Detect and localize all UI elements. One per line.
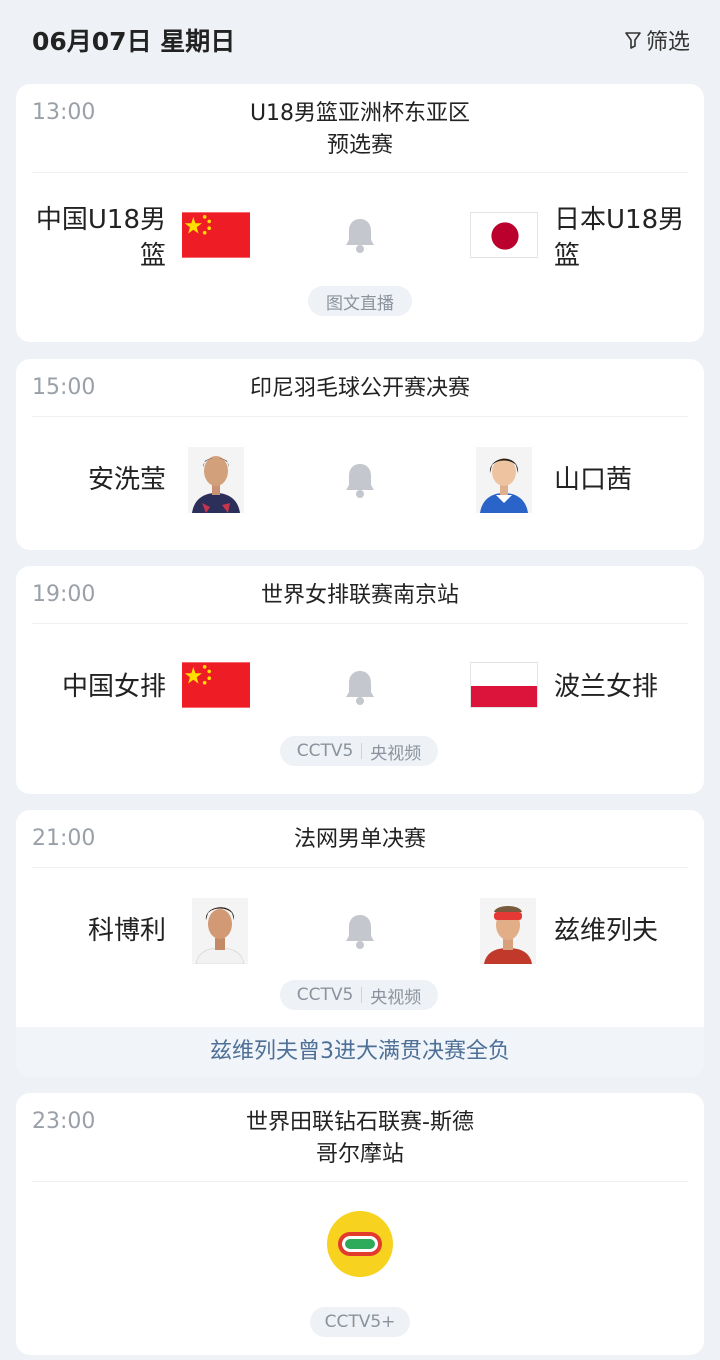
- filter-icon: [625, 32, 641, 49]
- away-team-line: 日本U18男: [554, 205, 685, 235]
- broadcast-pill[interactable]: 图文直播: [308, 286, 412, 316]
- broadcast-pill[interactable]: CCTV5+: [310, 1307, 410, 1337]
- away-player-name: 山口茜: [554, 465, 633, 495]
- date-label: 06月07日 星期日: [32, 27, 236, 56]
- match-card[interactable]: 21:00 法网男单决赛 科博利 兹维列夫 CCTV5 央视频 兹维列夫曾3进大…: [16, 810, 704, 1077]
- china-flag: [182, 662, 250, 708]
- athletics-track-icon: [327, 1211, 393, 1277]
- bell-icon[interactable]: [343, 461, 377, 499]
- broadcast-channel: 央视频: [370, 987, 422, 1008]
- match-card[interactable]: 19:00 世界女排联赛南京站 中国女排 波兰女排 CCTV5 央视频: [16, 566, 704, 794]
- player-avatar: [188, 447, 244, 513]
- divider: [32, 172, 688, 173]
- match-time: 19:00: [32, 582, 96, 607]
- japan-flag: [470, 212, 538, 258]
- home-player-name: 安洗莹: [87, 465, 166, 495]
- divider: [32, 623, 688, 624]
- broadcast-channel: CCTV5: [296, 985, 354, 1005]
- match-time: 15:00: [32, 375, 96, 400]
- home-team-line: 中国U18男: [35, 205, 166, 235]
- pill-separator: [361, 743, 363, 759]
- match-card[interactable]: 23:00 世界田联钻石联赛-斯德 哥尔摩站 CCTV5+: [16, 1093, 704, 1355]
- away-team-name: 波兰女排: [554, 672, 659, 702]
- divider: [32, 867, 688, 868]
- divider: [32, 1181, 688, 1182]
- pill-separator: [361, 987, 363, 1003]
- match-card[interactable]: 13:00 U18男篮亚洲杯东亚区 预选赛 中国U18男 篮 日本U18男 篮 …: [16, 84, 704, 342]
- away-team-line: 篮: [554, 241, 581, 271]
- away-player-name: 兹维列夫: [554, 916, 659, 946]
- broadcast-channel: CCTV5: [296, 741, 354, 761]
- match-time: 13:00: [32, 100, 96, 125]
- broadcast-pill[interactable]: CCTV5 央视频: [280, 980, 438, 1010]
- match-title: 世界女排联赛南京站: [260, 583, 459, 608]
- bell-icon[interactable]: [343, 668, 377, 706]
- filter-button[interactable]: 筛选: [624, 24, 690, 56]
- poland-flag: [470, 662, 538, 708]
- match-note[interactable]: 兹维列夫曾3进大满贯决赛全负: [16, 1027, 704, 1077]
- match-title-line: 哥尔摩站: [315, 1142, 404, 1167]
- home-player-name: 科博利: [87, 916, 166, 946]
- broadcast-pill[interactable]: CCTV5 央视频: [280, 736, 438, 766]
- home-team-name: 中国女排: [61, 672, 166, 702]
- player-avatar: [476, 447, 532, 513]
- bell-icon[interactable]: [343, 216, 377, 254]
- home-team-line: 篮: [139, 241, 166, 271]
- match-time: 23:00: [32, 1109, 96, 1134]
- broadcast-label: CCTV5+: [324, 1312, 396, 1332]
- away-team-name: 日本U18男 篮: [554, 202, 688, 274]
- match-card[interactable]: 15:00 印尼羽毛球公开赛决赛 安洗莹 山口茜: [16, 359, 704, 550]
- match-title: 印尼羽毛球公开赛决赛: [249, 376, 470, 401]
- match-title: 法网男单决赛: [293, 827, 426, 852]
- match-title-line: 预选赛: [326, 133, 393, 158]
- china-flag: [182, 212, 250, 258]
- match-time: 21:00: [32, 826, 96, 851]
- broadcast-label: 图文直播: [326, 293, 394, 314]
- match-title: U18男篮亚洲杯东亚区 预选赛: [146, 98, 574, 162]
- match-title-line: 世界田联钻石联赛-斯德: [246, 1110, 474, 1135]
- match-title: 世界田联钻石联赛-斯德 哥尔摩站: [146, 1107, 574, 1171]
- date-header: 06月07日 星期日 筛选: [0, 0, 720, 78]
- divider: [32, 416, 688, 417]
- bell-icon[interactable]: [343, 912, 377, 950]
- player-avatar: [480, 898, 536, 964]
- broadcast-channel: 央视频: [370, 743, 422, 764]
- filter-label: 筛选: [645, 30, 690, 55]
- home-team-name: 中国U18男 篮: [32, 202, 166, 274]
- match-title-line: U18男篮亚洲杯东亚区: [249, 101, 471, 126]
- player-avatar: [192, 898, 248, 964]
